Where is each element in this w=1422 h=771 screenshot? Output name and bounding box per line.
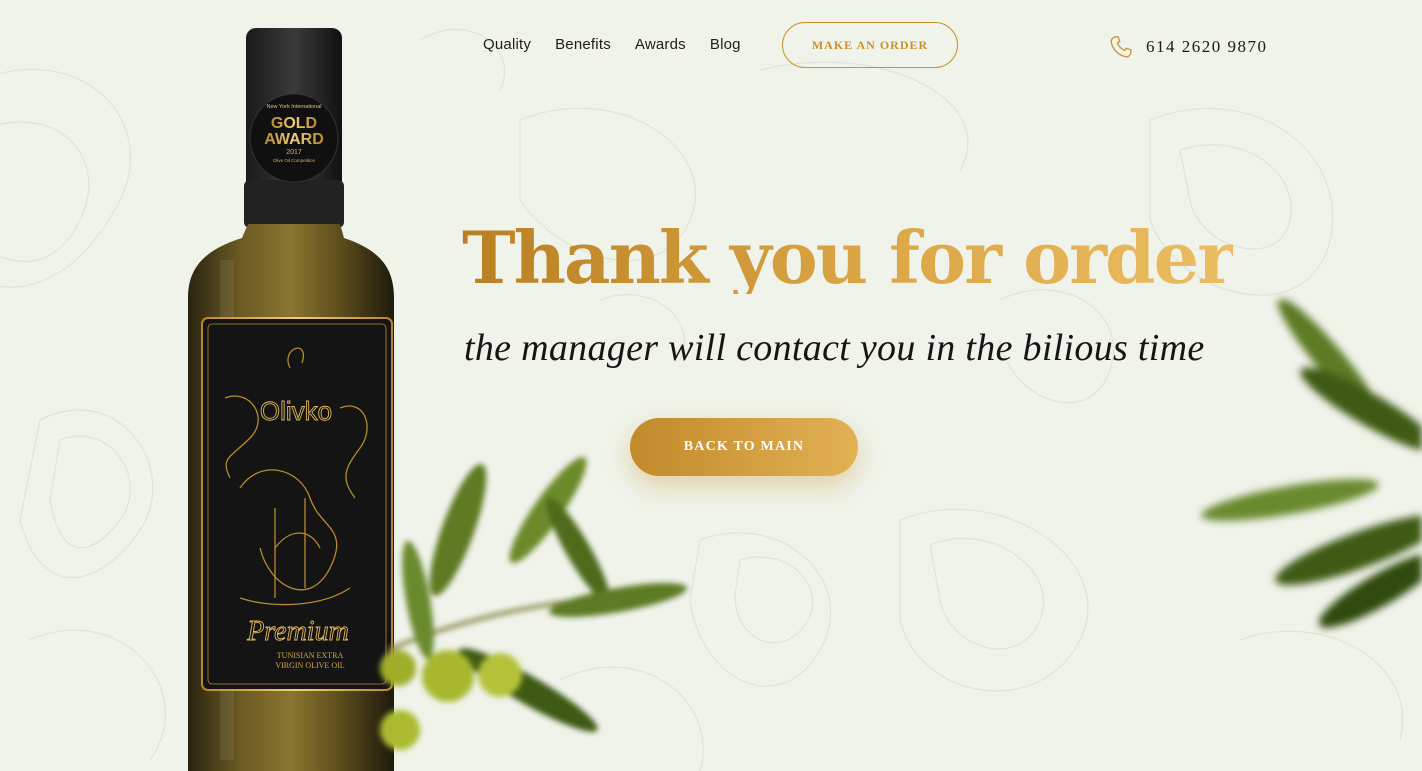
make-an-order-button[interactable]: MAKE AN ORDER	[782, 22, 958, 68]
award-award-text: AWARD	[264, 131, 324, 148]
phone-number[interactable]: 614 2620 9870	[1146, 37, 1268, 57]
award-year: 2017	[286, 149, 302, 156]
olive-branch-left-image	[380, 456, 687, 750]
phone-contact[interactable]: 614 2620 9870	[1108, 34, 1268, 60]
back-to-main-button[interactable]: BACK TO MAIN	[630, 418, 858, 476]
main-nav: Quality Benefits Awards Blog	[483, 36, 741, 53]
olive-branch-right-image	[1201, 300, 1422, 628]
bottle-brand: Olivko	[260, 396, 332, 426]
nav-item-quality[interactable]: Quality	[483, 36, 531, 53]
bottle-label-line2: VIRGIN OLIVE OIL	[275, 661, 344, 670]
bottle-label-line1: TUNISIAN EXTRA	[277, 651, 344, 660]
phone-icon	[1110, 35, 1132, 58]
nav-item-blog[interactable]: Blog	[710, 36, 741, 53]
olive-oil-bottle-image: New York International GOLD AWARD 2017 O…	[188, 28, 394, 771]
award-caption-top: New York International	[266, 104, 321, 110]
bottle-premium: Premium	[246, 616, 349, 647]
award-caption-bottom: Olive Oil Competition	[273, 158, 316, 163]
award-gold-text: GOLD	[271, 115, 317, 132]
page-title: Thank you for order	[462, 215, 1235, 300]
nav-item-awards[interactable]: Awards	[635, 36, 686, 53]
page-subtitle: the manager will contact you in the bili…	[464, 327, 1205, 369]
nav-item-benefits[interactable]: Benefits	[555, 36, 611, 53]
